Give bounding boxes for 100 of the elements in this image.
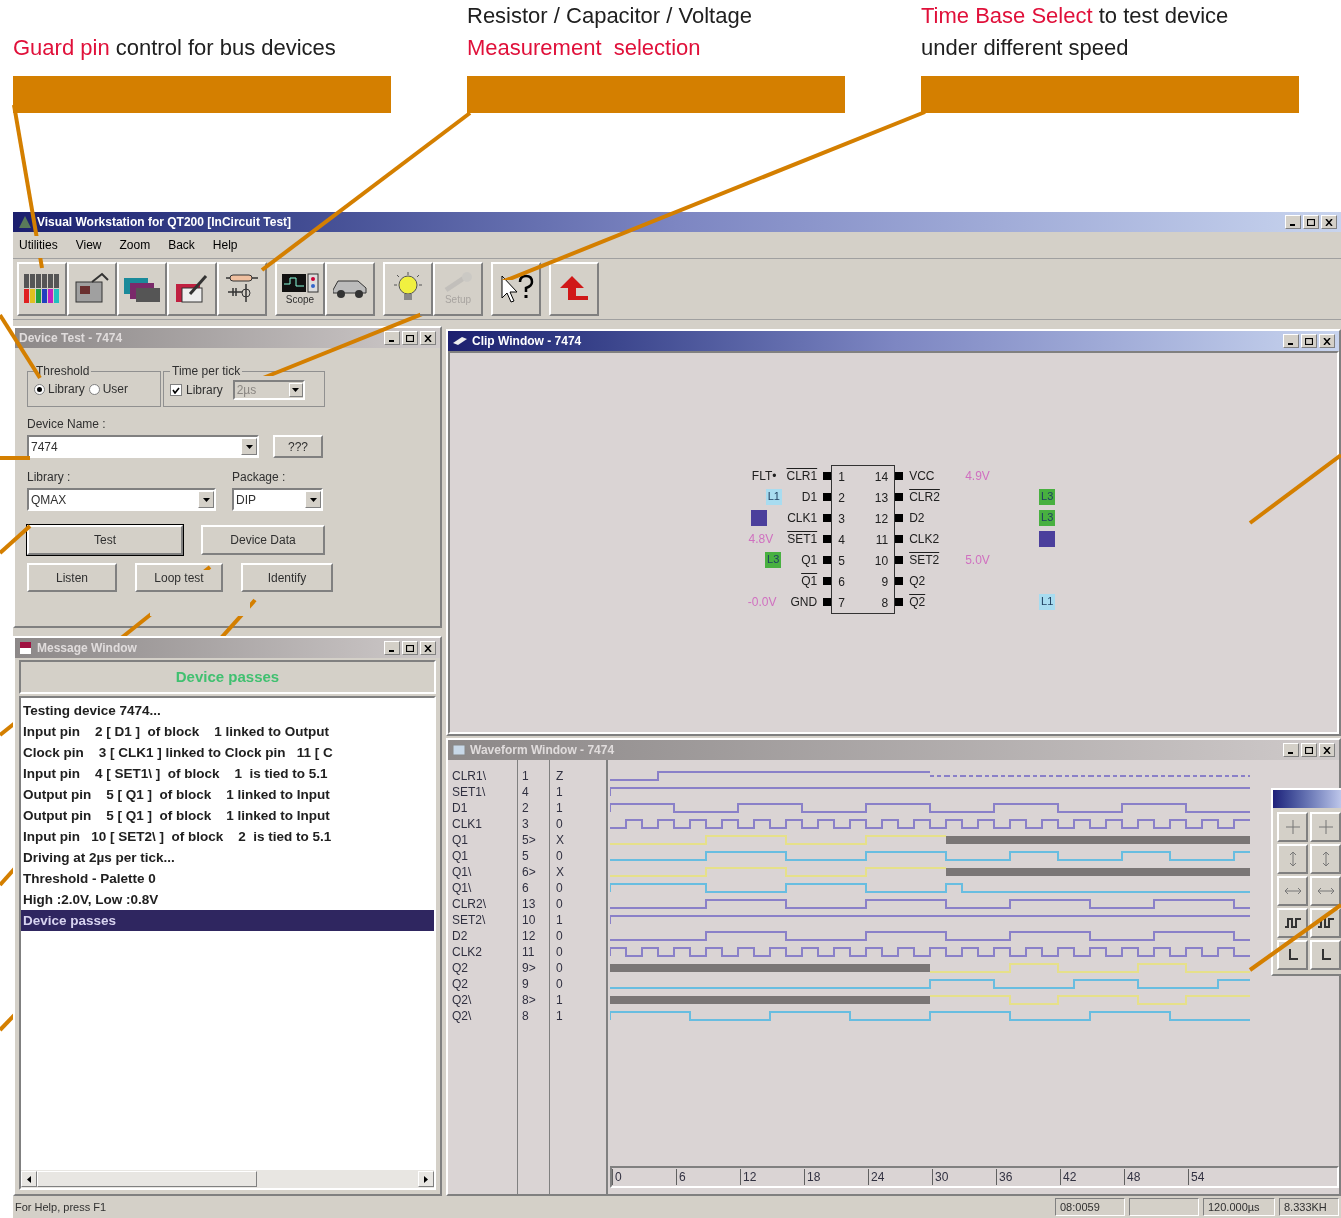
log-line[interactable]: Output pin 5 [ Q1 ] of block 1 linked to Input (21, 784, 434, 805)
pin-pad (823, 471, 832, 480)
palette-button[interactable] (1310, 940, 1341, 970)
axis-tick-label: 36 (996, 1169, 1060, 1185)
menu-item[interactable]: View (75, 236, 102, 254)
signal-value: 0 (556, 976, 564, 992)
maximize-button[interactable] (1303, 215, 1319, 229)
axis-tick-label: 12 (740, 1169, 804, 1185)
device-name-combo[interactable]: 7474 (27, 435, 259, 458)
log-line[interactable]: Input pin 4 [ SET1\ ] of block 1 is tied to 5.1 (21, 763, 434, 784)
signal-name: SET2\ (452, 912, 487, 928)
toolbar-button[interactable] (491, 262, 541, 316)
caret-icon (27, 1175, 31, 1183)
close-button[interactable] (420, 641, 436, 655)
signal-pin: 6 (522, 880, 530, 896)
radio-option[interactable]: User (88, 380, 129, 398)
pin-name: SET2 (909, 551, 940, 569)
pin-number: 1 (838, 468, 845, 486)
pin-name: CLK2 (909, 530, 940, 548)
horizontal-scrollbar[interactable] (21, 1170, 434, 1188)
loop-test-button[interactable]: Loop test (135, 563, 223, 592)
toolbar-button[interactable] (167, 262, 217, 316)
log-line[interactable]: Input pin 2 [ D1 ] of block 1 linked to Output (21, 721, 434, 742)
maximize-button[interactable] (1301, 334, 1317, 348)
device-data-button[interactable]: Device Data (201, 525, 325, 555)
signal-name: D2 (452, 928, 469, 944)
maximize-button[interactable] (402, 331, 418, 345)
signal-value: 0 (556, 960, 564, 976)
minimize-button[interactable] (1283, 743, 1299, 757)
pin-name: D1 (801, 488, 818, 506)
signal-pin: 4 (522, 784, 530, 800)
pin-number: 12 (874, 510, 889, 528)
log-line[interactable]: Clock pin 3 [ CLK1 ] linked to Clock pin 11 [ C (21, 742, 434, 763)
toolbar-button[interactable] (117, 262, 167, 316)
palette-button[interactable] (1277, 940, 1308, 970)
pin-pad (823, 534, 832, 543)
maximize-button[interactable] (402, 641, 418, 655)
library-combo[interactable]: QMAX (27, 488, 216, 511)
menu-item[interactable]: Zoom (119, 236, 151, 254)
log-line[interactable]: High :2.0V, Low :0.8V (21, 889, 434, 910)
log-line[interactable]: Testing device 7474... (21, 700, 434, 721)
close-button[interactable] (1319, 743, 1335, 757)
toolbar-button[interactable] (67, 262, 117, 316)
pin-number: 3 (838, 510, 845, 528)
close-button[interactable] (1319, 334, 1335, 348)
window-title: Waveform Window - 7474 (470, 742, 615, 759)
axis-tick-label: 24 (868, 1169, 932, 1185)
radio-button[interactable] (34, 383, 45, 395)
axis-tick-label: 42 (1060, 1169, 1124, 1185)
window-title: Visual Workstation for QT200 [InCircuit Test] (37, 214, 292, 231)
menu-item[interactable]: Utilities (19, 236, 58, 254)
voltage-reading: 5.0V (965, 552, 990, 567)
status-banner: Device passes (19, 660, 436, 694)
menu-item[interactable]: Help (212, 236, 238, 254)
signal-name: Q1 (452, 832, 469, 848)
window-title: Message Window (37, 640, 137, 657)
minimize-button[interactable] (1285, 215, 1301, 229)
pin-name: SET1 (787, 530, 818, 548)
toolbar-button[interactable] (217, 262, 267, 316)
package-combo[interactable]: DIP (232, 488, 323, 511)
pin-number: 5 (838, 552, 845, 570)
toolbar-button[interactable] (325, 262, 375, 316)
close-button[interactable] (1321, 215, 1337, 229)
signal-pin: 8 (522, 1008, 530, 1024)
signal-name: Q2\ (452, 992, 473, 1008)
minimize-button[interactable] (384, 641, 400, 655)
pin-pad (895, 555, 904, 564)
field-label: Library : (27, 469, 72, 486)
signal-name: CLR1\ (452, 768, 487, 784)
query-button[interactable]: ??? (273, 435, 323, 458)
palette-button[interactable] (1277, 908, 1308, 938)
pin-number: 11 (875, 531, 889, 549)
vertical-arrows-icon (1288, 851, 1297, 867)
palette-title-bar (1273, 790, 1341, 808)
minimize-button[interactable] (1283, 334, 1299, 348)
minimize-button[interactable] (384, 331, 400, 345)
test-button[interactable]: Test (27, 525, 183, 555)
identify-button[interactable]: Identify (241, 563, 333, 592)
signal-value: 1 (556, 1008, 564, 1024)
log-line[interactable]: Threshold - Palette 0 (21, 868, 434, 889)
log-line[interactable]: Output pin 5 [ Q1 ] of block 1 linked to Input (21, 805, 434, 826)
probes-icon (22, 272, 62, 306)
listen-button[interactable]: Listen (27, 563, 117, 592)
radio-button[interactable] (88, 383, 100, 395)
toolbar-button[interactable] (17, 262, 67, 316)
axis-tick-label: 18 (804, 1169, 868, 1185)
radio-option[interactable]: Library (34, 380, 85, 398)
log-line[interactable]: Input pin 10 [ SET2\ ] of block 2 is tied to 5.1 (21, 826, 434, 847)
signal-pin: 13 (522, 896, 537, 912)
maximize-button[interactable] (1301, 743, 1317, 757)
menu-item[interactable]: Back (168, 236, 195, 254)
close-icon (424, 334, 432, 342)
group-label: Time per tick (171, 363, 242, 380)
status-panel: 8.333KH (1279, 1198, 1339, 1216)
toolbar-button[interactable]: Scope (275, 262, 325, 316)
pin-pad (823, 492, 832, 501)
log-line[interactable]: Driving at 2µs per tick... (21, 847, 434, 868)
pin-number: 10 (874, 552, 889, 570)
close-button[interactable] (420, 331, 436, 345)
palette-button[interactable] (1310, 908, 1341, 938)
